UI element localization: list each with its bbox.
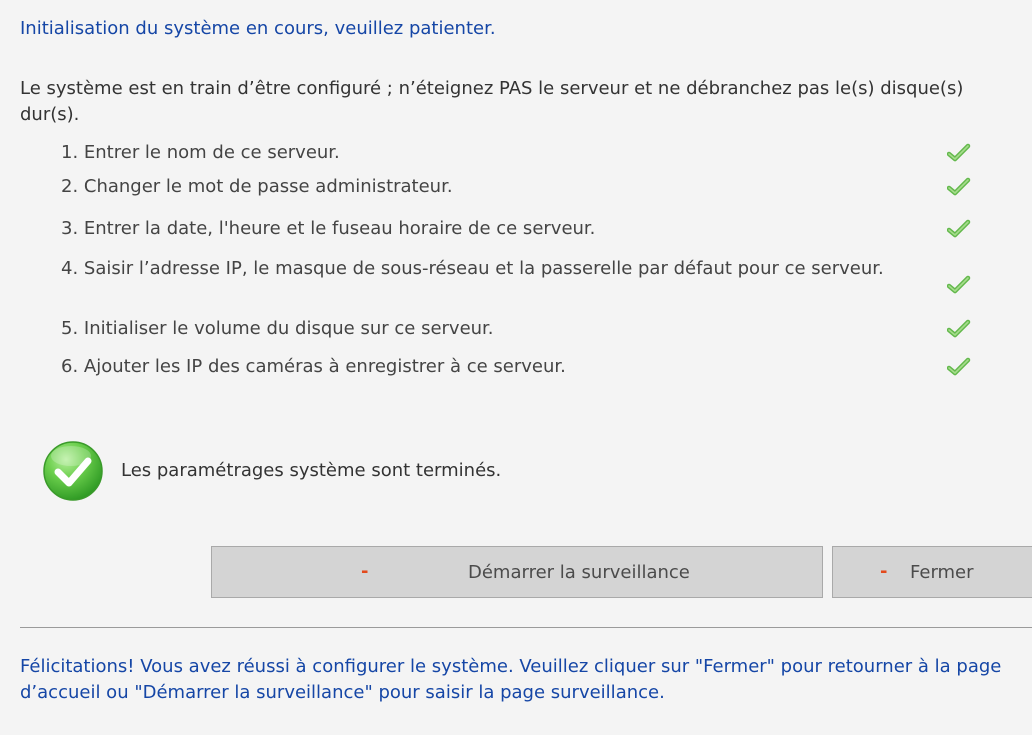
setup-step-3: 3. Entrer la date, l'heure et le fuseau …	[61, 216, 971, 242]
start-surveillance-button[interactable]: - Démarrer la surveillance	[211, 546, 823, 598]
start-surveillance-label: Démarrer la surveillance	[468, 562, 690, 583]
setup-step-5: 5. Initialiser le volume du disque sur c…	[61, 316, 971, 342]
check-icon	[947, 275, 971, 294]
setup-step-6: 6. Ajouter les IP des caméras à enregist…	[61, 354, 971, 380]
check-icon	[947, 219, 971, 238]
check-icon	[947, 143, 971, 162]
divider	[20, 627, 1032, 628]
setup-step-4: 4. Saisir l’adresse IP, le masque de sou…	[61, 256, 971, 294]
congratulations-message: Félicitations! Vous avez réussi à config…	[20, 656, 1002, 703]
setup-step-label: 3. Entrer la date, l'heure et le fuseau …	[61, 218, 596, 239]
success-check-icon	[43, 441, 103, 501]
setup-step-1: 1. Entrer le nom de ce serveur.	[61, 140, 971, 166]
button-dash: -	[361, 561, 369, 582]
setup-step-label: 1. Entrer le nom de ce serveur.	[61, 142, 340, 163]
check-icon	[947, 177, 971, 196]
close-label: Fermer	[910, 562, 974, 583]
setup-step-label: 4. Saisir l’adresse IP, le masque de sou…	[61, 258, 884, 279]
setup-step-label: 2. Changer le mot de passe administrateu…	[61, 176, 453, 197]
setup-step-label: 5. Initialiser le volume du disque sur c…	[61, 318, 494, 339]
setup-complete-message: Les paramétrages système sont terminés.	[121, 460, 502, 481]
setup-complete-page: Initialisation du système en cours, veui…	[0, 0, 1032, 735]
setup-warning: Le système est en train d’être configuré…	[20, 78, 964, 125]
check-icon	[947, 319, 971, 338]
page-title: Initialisation du système en cours, veui…	[20, 18, 496, 39]
button-dash: -	[880, 561, 888, 582]
check-icon	[947, 357, 971, 376]
setup-step-2: 2. Changer le mot de passe administrateu…	[61, 174, 971, 200]
close-button[interactable]: - Fermer	[832, 546, 1032, 598]
setup-step-label: 6. Ajouter les IP des caméras à enregist…	[61, 356, 566, 377]
